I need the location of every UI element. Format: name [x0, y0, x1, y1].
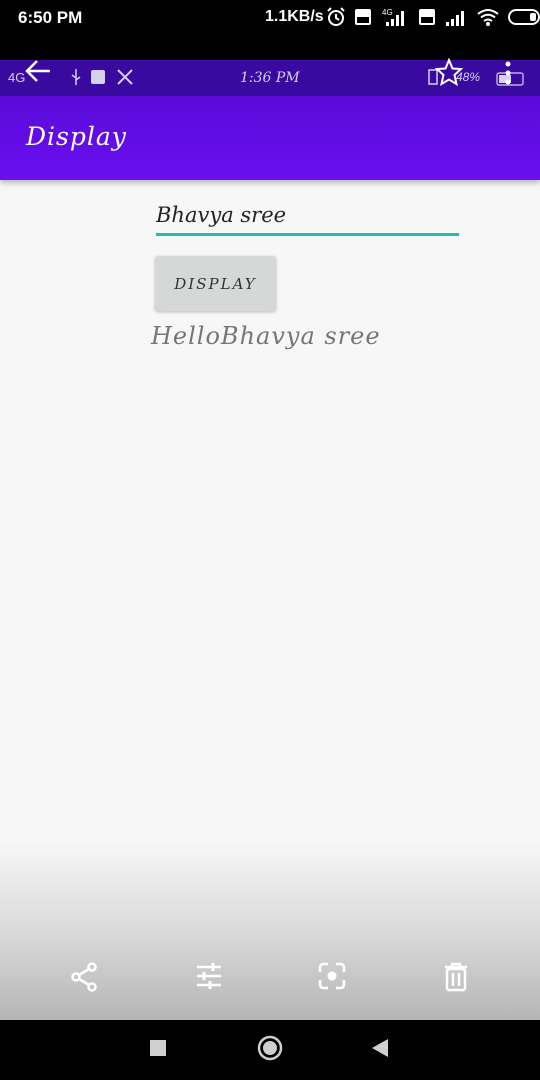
delete-icon[interactable] — [443, 962, 469, 992]
tools-icon — [117, 69, 133, 85]
signal-4g-icon: 4G — [382, 8, 404, 26]
back-icon[interactable] — [371, 1038, 389, 1058]
recents-icon[interactable] — [149, 1039, 167, 1057]
signal-icon — [446, 11, 464, 26]
status-bar: 6:50 PM 1.1KB/s 4G — [0, 0, 540, 60]
name-input[interactable] — [156, 196, 459, 236]
back-arrow-icon[interactable] — [24, 58, 52, 84]
net-speed: 1.1KB/s — [265, 8, 324, 25]
status-icons: 4G — [326, 6, 540, 28]
volte-icon — [355, 9, 371, 25]
navigation-bar — [0, 1020, 540, 1080]
inner-time: 1:36 PM — [240, 70, 300, 86]
lens-icon[interactable] — [318, 962, 346, 990]
alarm-icon — [327, 7, 345, 26]
display-button[interactable]: DISPLAY — [155, 256, 276, 311]
bottom-toolbar — [0, 950, 540, 1006]
status-time: 6:50 PM — [18, 8, 83, 27]
battery-icon — [508, 9, 540, 25]
wifi-icon — [477, 9, 499, 26]
app-bar: Display — [0, 96, 540, 180]
home-icon[interactable] — [257, 1035, 283, 1061]
star-icon[interactable] — [435, 58, 463, 86]
app-title: Display — [26, 122, 127, 151]
more-options-icon[interactable] — [503, 60, 513, 86]
adjust-icon[interactable] — [195, 962, 223, 990]
greeting-output: HelloBhavya sree — [151, 322, 381, 350]
volte-icon — [419, 9, 435, 25]
svg-text:4G: 4G — [382, 8, 393, 17]
inner-network-label: 4G — [8, 70, 26, 85]
usb-icon — [71, 69, 81, 85]
share-icon[interactable] — [70, 962, 98, 992]
notification-icon — [91, 70, 105, 84]
